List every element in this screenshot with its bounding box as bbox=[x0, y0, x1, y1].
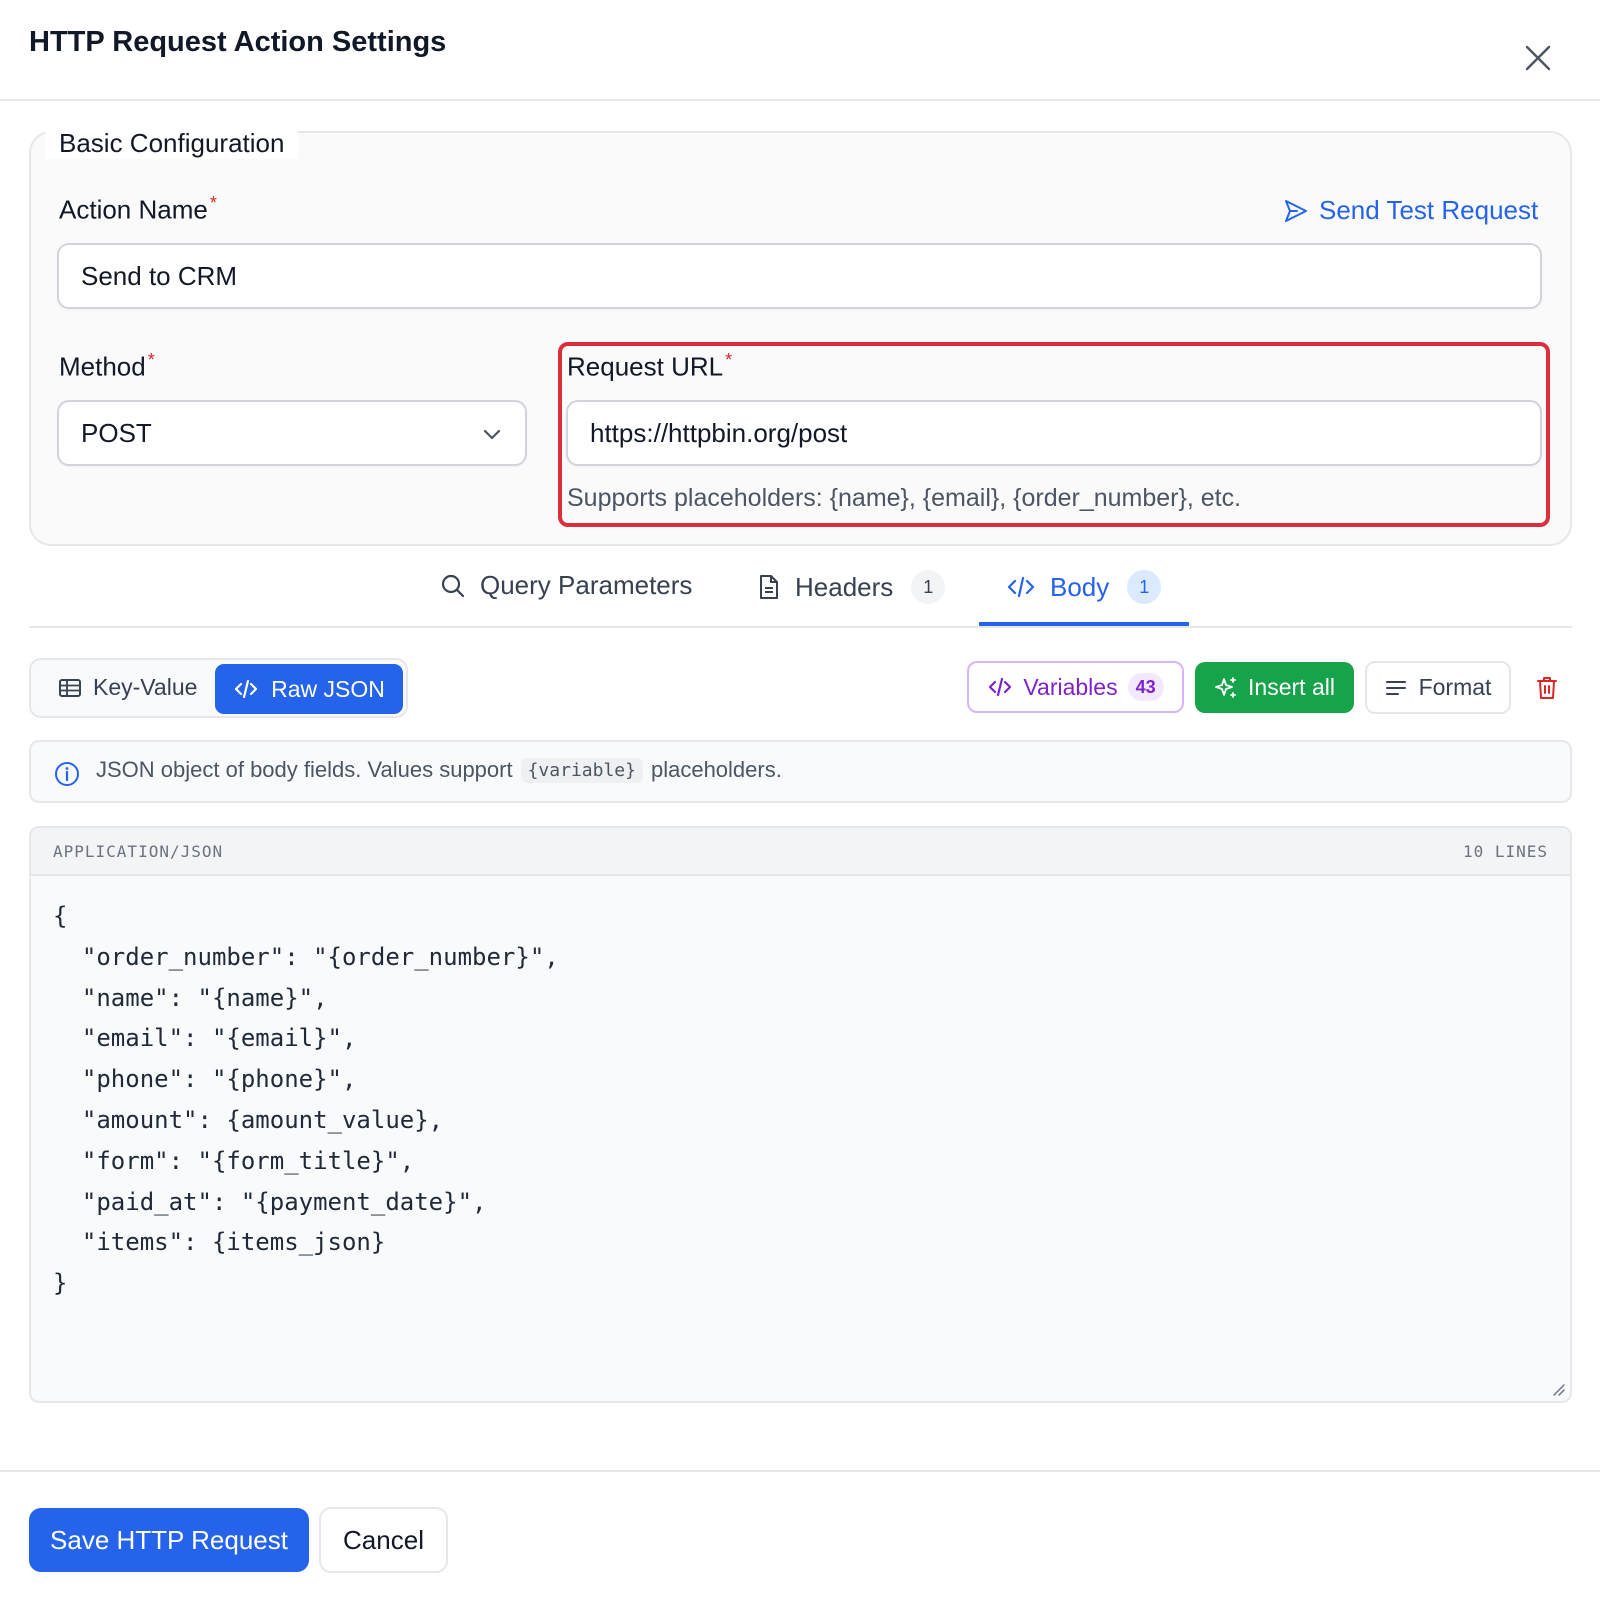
method-value: POST bbox=[81, 417, 152, 448]
editor-line-count: 10 LINES bbox=[1462, 842, 1548, 861]
code-line: "paid_at": "{payment_date}", bbox=[53, 1187, 487, 1216]
body-info-text: JSON object of body fields. Values suppo… bbox=[96, 757, 782, 783]
key-value-mode-label: Key-Value bbox=[93, 674, 198, 700]
body-info-box: JSON object of body fields. Values suppo… bbox=[29, 740, 1572, 803]
body-mode-toggle: Key-Value Raw JSON bbox=[29, 658, 408, 718]
tab-body[interactable]: Body 1 bbox=[1006, 570, 1162, 604]
key-value-mode-button[interactable]: Key-Value bbox=[59, 674, 197, 701]
required-mark: * bbox=[147, 350, 155, 370]
tab-query-parameters[interactable]: Query Parameters bbox=[440, 570, 692, 601]
close-button[interactable] bbox=[1518, 38, 1558, 78]
method-label-text: Method bbox=[59, 351, 146, 382]
variable-code-chip: {variable} bbox=[520, 757, 643, 783]
table-icon bbox=[59, 678, 81, 697]
editor-header: APPLICATION/JSON 10 LINES bbox=[31, 828, 1570, 876]
basic-configuration-legend: Basic Configuration bbox=[45, 128, 299, 159]
request-url-label: Request URL * bbox=[567, 350, 732, 383]
chevron-down-icon bbox=[483, 429, 501, 440]
tab-headers[interactable]: Headers 1 bbox=[757, 570, 946, 604]
info-icon bbox=[55, 762, 79, 786]
method-select[interactable]: POST bbox=[57, 400, 527, 466]
code-line: "order_number": "{order_number}", bbox=[53, 942, 559, 971]
cancel-button[interactable]: Cancel bbox=[319, 1507, 448, 1573]
save-http-request-button[interactable]: Save HTTP Request bbox=[29, 1508, 309, 1572]
info-text-before: JSON object of body fields. Values suppo… bbox=[96, 757, 513, 782]
request-url-hint: Supports placeholders: {name}, {email}, … bbox=[567, 484, 1242, 512]
info-text-after: placeholders. bbox=[650, 757, 782, 782]
send-test-request-button[interactable]: Send Test Request bbox=[1283, 195, 1538, 226]
method-label: Method * bbox=[59, 350, 155, 383]
code-line: "email": "{email}", bbox=[53, 1024, 357, 1053]
raw-json-mode-button[interactable]: Raw JSON bbox=[215, 664, 403, 714]
insert-all-label: Insert all bbox=[1248, 674, 1335, 700]
raw-json-mode-label: Raw JSON bbox=[271, 675, 385, 702]
tab-headers-label: Headers bbox=[795, 571, 894, 602]
send-icon bbox=[1285, 199, 1307, 222]
dialog-header: HTTP Request Action Settings bbox=[0, 0, 1600, 101]
variables-count-badge: 43 bbox=[1127, 673, 1164, 701]
request-url-value: https://httpbin.org/post bbox=[590, 417, 848, 448]
json-editor[interactable]: APPLICATION/JSON 10 LINES { "order_numbe… bbox=[29, 826, 1572, 1403]
code-line: } bbox=[53, 1269, 68, 1298]
resize-handle-icon[interactable] bbox=[1550, 1381, 1566, 1397]
code-line: "phone": "{phone}", bbox=[53, 1065, 357, 1094]
send-test-request-label: Send Test Request bbox=[1319, 195, 1539, 225]
active-tab-indicator bbox=[979, 622, 1189, 626]
tab-query-parameters-label: Query Parameters bbox=[480, 570, 693, 600]
action-name-value: Send to CRM bbox=[81, 260, 238, 291]
body-count-badge: 1 bbox=[1127, 570, 1162, 604]
code-line: "form": "{form_title}", bbox=[53, 1146, 415, 1175]
headers-count-badge: 1 bbox=[911, 570, 946, 604]
required-mark: * bbox=[209, 193, 217, 213]
format-button[interactable]: Format bbox=[1365, 661, 1511, 714]
code-icon bbox=[1007, 576, 1035, 598]
code-line: "items": {items_json} bbox=[53, 1228, 386, 1257]
dialog-title: HTTP Request Action Settings bbox=[29, 26, 447, 58]
tabs-divider bbox=[29, 626, 1572, 628]
insert-all-button[interactable]: Insert all bbox=[1195, 662, 1354, 713]
footer-divider bbox=[0, 1470, 1600, 1472]
code-line: "name": "{name}", bbox=[53, 983, 328, 1012]
editor-code[interactable]: { "order_number": "{order_number}", "nam… bbox=[53, 896, 559, 1304]
action-name-label: Action Name * bbox=[59, 193, 217, 226]
variables-button[interactable]: Variables 43 bbox=[967, 661, 1184, 713]
close-icon bbox=[1525, 45, 1551, 71]
code-line: { bbox=[53, 902, 68, 930]
align-left-icon bbox=[1385, 680, 1406, 695]
action-name-input[interactable]: Send to CRM bbox=[57, 243, 1542, 309]
format-label: Format bbox=[1418, 674, 1492, 700]
trash-icon bbox=[1537, 677, 1557, 699]
sparkle-icon bbox=[1215, 676, 1236, 698]
code-icon bbox=[989, 677, 1012, 697]
code-line: "amount": {amount_value}, bbox=[53, 1105, 444, 1134]
variables-label: Variables bbox=[1023, 673, 1118, 700]
request-url-input[interactable]: https://httpbin.org/post bbox=[566, 400, 1542, 466]
tab-body-label: Body bbox=[1050, 571, 1110, 602]
delete-body-button[interactable] bbox=[1532, 673, 1562, 703]
code-icon bbox=[235, 679, 258, 699]
request-url-label-text: Request URL bbox=[567, 351, 724, 382]
document-icon bbox=[760, 575, 778, 599]
required-mark: * bbox=[725, 350, 733, 370]
editor-mime-type: APPLICATION/JSON bbox=[53, 842, 224, 861]
action-name-label-text: Action Name bbox=[59, 194, 208, 225]
search-icon bbox=[441, 574, 465, 597]
